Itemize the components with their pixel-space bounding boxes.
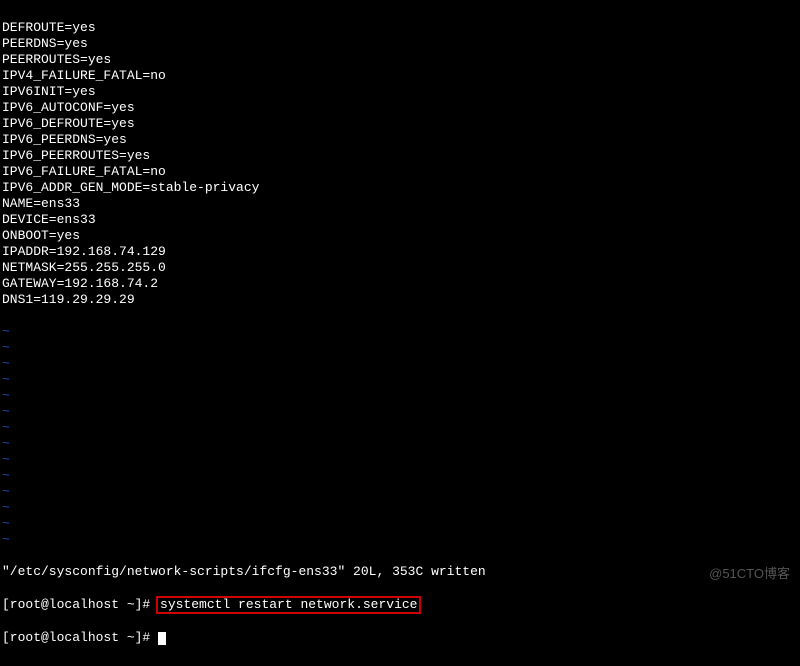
shell-prompt-1: [root@localhost ~]# systemctl restart ne…: [2, 596, 798, 614]
shell-prompt-2[interactable]: [root@localhost ~]#: [2, 630, 798, 646]
config-line: PEERDNS=yes: [2, 36, 798, 52]
vim-tilde-line: ~: [2, 356, 798, 372]
config-line: DEFROUTE=yes: [2, 20, 798, 36]
vim-tilde-line: ~: [2, 452, 798, 468]
config-line: IPV6_FAILURE_FATAL=no: [2, 164, 798, 180]
vim-status-line: "/etc/sysconfig/network-scripts/ifcfg-en…: [2, 564, 798, 580]
vim-tilde-line: ~: [2, 404, 798, 420]
watermark-text: @51CTO博客: [709, 566, 790, 582]
config-line: ONBOOT=yes: [2, 228, 798, 244]
prompt-prefix: [root@localhost ~]#: [2, 597, 158, 612]
terminal-output[interactable]: DEFROUTE=yesPEERDNS=yesPEERROUTES=yesIPV…: [0, 0, 800, 666]
config-line: IPV6_AUTOCONF=yes: [2, 100, 798, 116]
config-line: IPV6INIT=yes: [2, 84, 798, 100]
config-line: NAME=ens33: [2, 196, 798, 212]
vim-tilde-line: ~: [2, 388, 798, 404]
cursor-icon: [158, 632, 166, 645]
vim-tilde-line: ~: [2, 516, 798, 532]
config-block: DEFROUTE=yesPEERDNS=yesPEERROUTES=yesIPV…: [2, 20, 798, 308]
config-line: IPV6_PEERDNS=yes: [2, 132, 798, 148]
config-line: PEERROUTES=yes: [2, 52, 798, 68]
highlighted-command: systemctl restart network.service: [156, 596, 421, 614]
vim-tilde-line: ~: [2, 484, 798, 500]
config-line: NETMASK=255.255.255.0: [2, 260, 798, 276]
tilde-block: ~~~~~~~~~~~~~~: [2, 324, 798, 548]
vim-tilde-line: ~: [2, 420, 798, 436]
vim-tilde-line: ~: [2, 324, 798, 340]
prompt-prefix: [root@localhost ~]#: [2, 630, 158, 645]
config-line: IPV6_DEFROUTE=yes: [2, 116, 798, 132]
config-line: IPV4_FAILURE_FATAL=no: [2, 68, 798, 84]
vim-tilde-line: ~: [2, 340, 798, 356]
config-line: DEVICE=ens33: [2, 212, 798, 228]
config-line: DNS1=119.29.29.29: [2, 292, 798, 308]
vim-tilde-line: ~: [2, 436, 798, 452]
vim-tilde-line: ~: [2, 372, 798, 388]
config-line: IPV6_ADDR_GEN_MODE=stable-privacy: [2, 180, 798, 196]
vim-tilde-line: ~: [2, 532, 798, 548]
vim-tilde-line: ~: [2, 468, 798, 484]
config-line: IPV6_PEERROUTES=yes: [2, 148, 798, 164]
vim-tilde-line: ~: [2, 500, 798, 516]
config-line: IPADDR=192.168.74.129: [2, 244, 798, 260]
config-line: GATEWAY=192.168.74.2: [2, 276, 798, 292]
